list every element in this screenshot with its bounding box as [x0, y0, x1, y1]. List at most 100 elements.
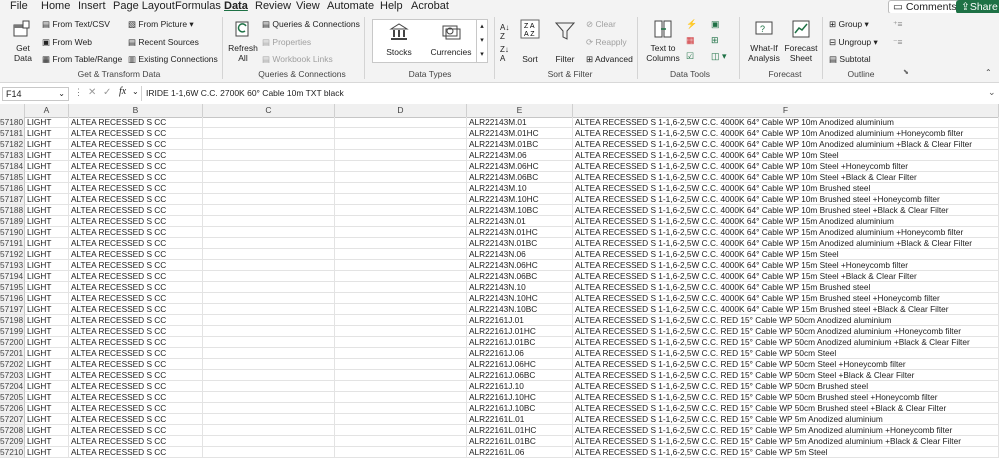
cell-c[interactable] [203, 414, 335, 425]
row-header[interactable]: 57200 [0, 337, 25, 348]
cell-a[interactable]: LIGHT [25, 161, 69, 172]
cell-f[interactable]: ALTEA RECESSED S 1-1,6-2,5W C.C. 4000K 6… [573, 227, 999, 238]
cell-f[interactable]: ALTEA RECESSED S 1-1,6-2,5W C.C. RED 15°… [573, 447, 999, 458]
cell-d[interactable] [335, 128, 467, 139]
cell-e[interactable]: ALR22143N.01BC [467, 238, 573, 249]
cell-c[interactable] [203, 117, 335, 128]
get-data-button[interactable]: Get Data [6, 17, 40, 69]
cell-b[interactable]: ALTEA RECESSED S CC [69, 425, 203, 436]
cell-c[interactable] [203, 260, 335, 271]
cell-a[interactable]: LIGHT [25, 150, 69, 161]
cell-f[interactable]: ALTEA RECESSED S 1-1,6-2,5W C.C. 4000K 6… [573, 271, 999, 282]
cell-e[interactable]: ALR22143M.10HC [467, 194, 573, 205]
cell-d[interactable] [335, 205, 467, 216]
cell-e[interactable]: ALR22161J.06 [467, 348, 573, 359]
cell-e[interactable]: ALR22161J.10 [467, 381, 573, 392]
cell-e[interactable]: ALR22143M.06HC [467, 161, 573, 172]
cancel-icon[interactable]: ✕ [88, 87, 96, 98]
cell-a[interactable]: LIGHT [25, 293, 69, 304]
remove-duplicates-button[interactable]: ▦ [686, 35, 695, 46]
cell-c[interactable] [203, 403, 335, 414]
cell-f[interactable]: ALTEA RECESSED S 1-1,6-2,5W C.C. 4000K 6… [573, 304, 999, 315]
cell-e[interactable]: ALR22143M.06 [467, 150, 573, 161]
cell-a[interactable]: LIGHT [25, 194, 69, 205]
cell-c[interactable] [203, 216, 335, 227]
cell-e[interactable]: ALR22143N.06BC [467, 271, 573, 282]
cell-c[interactable] [203, 183, 335, 194]
cell-b[interactable]: ALTEA RECESSED S CC [69, 260, 203, 271]
cell-f[interactable]: ALTEA RECESSED S 1-1,6-2,5W C.C. RED 15°… [573, 403, 999, 414]
column-header-f[interactable]: F [573, 104, 999, 117]
advanced-filter-button[interactable]: ⊞ Advanced [586, 54, 633, 64]
cell-f[interactable]: ALTEA RECESSED S 1-1,6-2,5W C.C. 4000K 6… [573, 216, 999, 227]
tab-view[interactable]: View [296, 0, 320, 13]
cell-f[interactable]: ALTEA RECESSED S 1-1,6-2,5W C.C. 4000K 6… [573, 139, 999, 150]
currencies-button[interactable]: Currencies [427, 22, 475, 60]
row-header[interactable]: 57190 [0, 227, 25, 238]
cell-c[interactable] [203, 337, 335, 348]
ungroup-button[interactable]: ⊟ Ungroup ▾ [829, 37, 878, 47]
row-header[interactable]: 57189 [0, 216, 25, 227]
cell-a[interactable]: LIGHT [25, 271, 69, 282]
cell-b[interactable]: ALTEA RECESSED S CC [69, 348, 203, 359]
cell-d[interactable] [335, 183, 467, 194]
from-text-csv-button[interactable]: ▤ From Text/CSV [42, 19, 110, 29]
cell-f[interactable]: ALTEA RECESSED S 1-1,6-2,5W C.C. RED 15°… [573, 370, 999, 381]
cell-a[interactable]: LIGHT [25, 359, 69, 370]
cell-c[interactable] [203, 326, 335, 337]
group-button[interactable]: ⊞ Group ▾ [829, 19, 869, 29]
cell-f[interactable]: ALTEA RECESSED S 1-1,6-2,5W C.C. 4000K 6… [573, 238, 999, 249]
cell-b[interactable]: ALTEA RECESSED S CC [69, 150, 203, 161]
row-header[interactable]: 57191 [0, 238, 25, 249]
existing-connections-button[interactable]: ▥ Existing Connections [128, 54, 218, 64]
select-all-corner[interactable] [0, 104, 25, 117]
cell-d[interactable] [335, 348, 467, 359]
cell-b[interactable]: ALTEA RECESSED S CC [69, 436, 203, 447]
cell-d[interactable] [335, 304, 467, 315]
cell-f[interactable]: ALTEA RECESSED S 1-1,6-2,5W C.C. RED 15°… [573, 337, 999, 348]
cell-c[interactable] [203, 425, 335, 436]
cell-d[interactable] [335, 260, 467, 271]
cell-d[interactable] [335, 436, 467, 447]
cell-b[interactable]: ALTEA RECESSED S CC [69, 227, 203, 238]
cell-d[interactable] [335, 447, 467, 458]
cell-e[interactable]: ALR22161J.06BC [467, 370, 573, 381]
cell-a[interactable]: LIGHT [25, 447, 69, 458]
gallery-scroll[interactable]: ▴ ▾ ▾ [476, 20, 487, 62]
cell-e[interactable]: ALR22143N.01HC [467, 227, 573, 238]
cell-a[interactable]: LIGHT [25, 436, 69, 447]
enter-icon[interactable]: ✓ [103, 87, 111, 98]
cell-c[interactable] [203, 436, 335, 447]
from-picture-button[interactable]: ▧ From Picture ▾ [128, 19, 194, 29]
row-header[interactable]: 57180 [0, 117, 25, 128]
cell-f[interactable]: ALTEA RECESSED S 1-1,6-2,5W C.C. RED 15°… [573, 348, 999, 359]
row-header[interactable]: 57196 [0, 293, 25, 304]
cell-b[interactable]: ALTEA RECESSED S CC [69, 216, 203, 227]
cell-b[interactable]: ALTEA RECESSED S CC [69, 282, 203, 293]
cell-e[interactable]: ALR22143M.06BC [467, 172, 573, 183]
row-header[interactable]: 57209 [0, 436, 25, 447]
cell-b[interactable]: ALTEA RECESSED S CC [69, 128, 203, 139]
cell-c[interactable] [203, 315, 335, 326]
tab-review[interactable]: Review [255, 0, 291, 13]
sort-descending-button[interactable]: Z↓ A [500, 45, 509, 63]
reapply-button[interactable]: ⟳ Reapply [586, 37, 627, 47]
cell-f[interactable]: ALTEA RECESSED S 1-1,6-2,5W C.C. 4000K 6… [573, 161, 999, 172]
cell-a[interactable]: LIGHT [25, 227, 69, 238]
cell-d[interactable] [335, 216, 467, 227]
cell-f[interactable]: ALTEA RECESSED S 1-1,6-2,5W C.C. RED 15°… [573, 359, 999, 370]
tab-home[interactable]: Home [41, 0, 70, 13]
cell-b[interactable]: ALTEA RECESSED S CC [69, 315, 203, 326]
name-box[interactable]: F14 ⌄ [2, 87, 69, 101]
row-header[interactable]: 57207 [0, 414, 25, 425]
cell-b[interactable]: ALTEA RECESSED S CC [69, 139, 203, 150]
sort-button[interactable]: Z AA Z Sort [518, 17, 542, 65]
cell-f[interactable]: ALTEA RECESSED S 1-1,6-2,5W C.C. 4000K 6… [573, 260, 999, 271]
cell-f[interactable]: ALTEA RECESSED S 1-1,6-2,5W C.C. 4000K 6… [573, 150, 999, 161]
cell-c[interactable] [203, 172, 335, 183]
row-header[interactable]: 57185 [0, 172, 25, 183]
cell-a[interactable]: LIGHT [25, 128, 69, 139]
what-if-analysis-button[interactable]: ? What-If Analysis [745, 17, 783, 69]
cell-a[interactable]: LIGHT [25, 260, 69, 271]
row-header[interactable]: 57202 [0, 359, 25, 370]
